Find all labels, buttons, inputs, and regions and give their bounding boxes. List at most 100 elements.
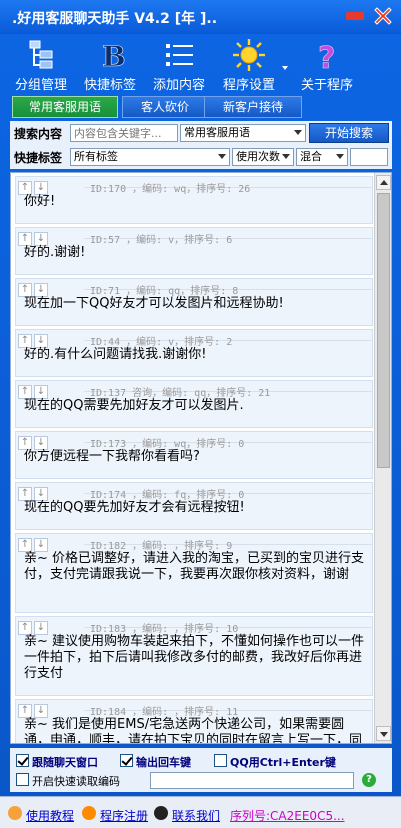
qq-penguin-icon <box>154 806 168 820</box>
chevron-down-icon <box>336 154 344 159</box>
follow-window-checkbox[interactable] <box>16 754 29 767</box>
reorder-buttons: ↑ ↓ <box>18 536 50 552</box>
toolbar-about[interactable]: ? 关于程序 <box>294 36 360 94</box>
qq-ctrl-enter-label: QQ用Ctrl+Enter键 <box>230 756 336 769</box>
list-item[interactable]: ↑ ↓ ID:173 ，编码: wq，排序号: 0 你方便远程一下我帮你看看吗? <box>15 431 373 479</box>
move-down-icon[interactable]: ↓ <box>34 621 48 635</box>
chevron-down-icon <box>294 130 302 135</box>
mode-select[interactable]: 混合 <box>296 148 348 166</box>
move-up-icon[interactable]: ↑ <box>18 436 32 450</box>
options-panel: 跟随聊天窗口 输出回车键 QQ用Ctrl+Enter键 开启快速读取编码 ? <box>10 748 392 792</box>
move-up-icon[interactable]: ↑ <box>18 181 32 195</box>
quick-read-label: 开启快速读取编码 <box>32 775 120 788</box>
move-up-icon[interactable]: ↑ <box>18 385 32 399</box>
list-item[interactable]: ↑ ↓ ID:57 ，编码: v，排序号: 6 好的.谢谢! <box>15 227 373 275</box>
item-text: 现在的QQ需要先加好友才可以发图片. <box>24 398 244 413</box>
sort-select[interactable]: 使用次数 <box>232 148 294 166</box>
move-up-icon[interactable]: ↑ <box>18 232 32 246</box>
scroll-down-icon[interactable] <box>376 726 391 741</box>
group-tree-icon <box>29 40 53 69</box>
vertical-scrollbar[interactable] <box>374 173 391 743</box>
toolbar-settings[interactable]: 程序设置 <box>216 36 288 94</box>
item-meta: ID:170 ，编码: wq，排序号: 26 <box>90 184 251 195</box>
tab-common-phrases[interactable]: 常用客服用语 <box>12 96 118 118</box>
scroll-thumb[interactable] <box>377 193 390 468</box>
list-item[interactable]: ↑ ↓ ID:137 咨询，编码: qq，排序号: 21 现在的QQ需要先加好友才可以… <box>15 380 373 428</box>
help-icon[interactable]: ? <box>362 773 376 787</box>
move-up-icon[interactable]: ↑ <box>18 487 32 501</box>
list-item[interactable]: ↑ ↓ ID:44 ，编码: v，排序号: 2 好的.有什么问题请找我.谢谢你! <box>15 329 373 377</box>
list-item[interactable]: ↑ ↓ ID:184 ，编码: ，排序号: 11 亲~ 我们是使用EMS/宅急送两个快… <box>15 699 373 744</box>
toolbar-add-content[interactable]: 添加内容 <box>148 36 210 94</box>
contact-link[interactable]: 联系我们 <box>172 807 220 824</box>
toolbar-label: 程序设置 <box>222 78 275 93</box>
list-icon <box>166 44 193 66</box>
move-down-icon[interactable]: ↓ <box>34 385 48 399</box>
chevron-down-icon <box>218 154 226 159</box>
toolbar: 分组管理 B 快捷标签 添加内容 程序设置 ? 关于程序 <box>0 36 401 94</box>
tag-filter-label: 快捷标签 <box>14 151 63 165</box>
toolbar-label: 分组管理 <box>14 78 67 93</box>
toolbar-quick-tags[interactable]: B 快捷标签 <box>80 36 140 94</box>
move-up-icon[interactable]: ↑ <box>18 283 32 297</box>
toolbar-group-manage[interactable]: 分组管理 <box>8 36 74 94</box>
window-title: .好用客服聊天助手 V4.2 [年 ].. <box>12 11 218 27</box>
move-down-icon[interactable]: ↓ <box>34 436 48 450</box>
move-down-icon[interactable]: ↓ <box>34 232 48 246</box>
quick-read-input[interactable] <box>150 772 354 789</box>
reorder-buttons: ↑ ↓ <box>18 434 50 450</box>
chevron-down-icon[interactable] <box>282 66 288 70</box>
move-up-icon[interactable]: ↑ <box>18 621 32 635</box>
qq-ctrl-enter-checkbox[interactable] <box>214 754 227 767</box>
move-down-icon[interactable]: ↓ <box>34 538 48 552</box>
output-enter-checkbox[interactable] <box>120 754 133 767</box>
search-input[interactable] <box>70 124 178 142</box>
move-down-icon[interactable]: ↓ <box>34 283 48 297</box>
tag-select[interactable]: 所有标签 <box>70 148 230 166</box>
move-up-icon[interactable]: ↑ <box>18 334 32 348</box>
list-item[interactable]: ↑ ↓ ID:174 ，编码: fq，排序号: 0 现在的QQ要先加好友才会有远程按钮… <box>15 482 373 530</box>
move-up-icon[interactable]: ↑ <box>18 704 32 718</box>
title-bar[interactable]: .好用客服聊天助手 V4.2 [年 ].. <box>0 0 401 34</box>
item-text: 亲~ 价格已调整好，请进入我的淘宝，已买到的宝贝进行支付，支付完请跟我说一下，我… <box>24 551 365 582</box>
move-down-icon[interactable]: ↓ <box>34 181 48 195</box>
close-icon[interactable] <box>372 5 394 27</box>
item-meta: ID:174 ，编码: fq，排序号: 0 <box>90 490 245 501</box>
filter-extra-input[interactable] <box>350 148 388 166</box>
status-bar: 使用教程 程序注册 联系我们 序列号:CA2EE0C5... <box>0 796 401 828</box>
start-search-button[interactable]: 开始搜索 <box>309 123 389 143</box>
svg-text:B: B <box>102 40 126 72</box>
tab-new-customer[interactable]: 新客户接待 <box>204 96 302 118</box>
app-window: .好用客服聊天助手 V4.2 [年 ].. 分组管理 B 快捷标签 添加内容 程… <box>0 0 401 828</box>
svg-text:?: ? <box>318 41 335 72</box>
move-down-icon[interactable]: ↓ <box>34 487 48 501</box>
chevron-down-icon <box>282 154 290 159</box>
item-meta: ID:44 ，编码: v，排序号: 2 <box>90 337 233 348</box>
serial-number[interactable]: 序列号:CA2EE0C5... <box>230 807 345 824</box>
list-item[interactable]: ↑ ↓ ID:182 ，编码: ，排序号: 9 亲~ 价格已调整好，请进入我的淘宝，已… <box>15 533 373 613</box>
list-item[interactable]: ↑ ↓ ID:170 ，编码: wq，排序号: 26 你好! <box>15 176 373 224</box>
list-item[interactable]: ↑ ↓ ID:183 ，编码: ，排序号: 10 亲~ 建议使用购物车装起来拍下，不懂… <box>15 616 373 696</box>
item-text: 亲~ 我们是使用EMS/宅急送两个快递公司，如果需要圆通，申通，顺丰，请在拍下宝… <box>24 717 363 744</box>
tutorial-link[interactable]: 使用教程 <box>26 807 74 824</box>
move-up-icon[interactable]: ↑ <box>18 538 32 552</box>
minimize-icon[interactable] <box>346 12 364 20</box>
move-down-icon[interactable]: ↓ <box>34 704 48 718</box>
search-label: 搜索内容 <box>14 127 63 141</box>
register-icon <box>82 806 96 820</box>
sun-settings-icon <box>233 39 265 71</box>
question-icon: ? <box>318 41 336 72</box>
list-item[interactable]: ↑ ↓ ID:71 ，编码: qq，排序号: 8 现在加一下QQ好友才可以发图片和远程… <box>15 278 373 326</box>
reorder-buttons: ↑ ↓ <box>18 281 50 297</box>
item-meta: ID:137 咨询，编码: qq，排序号: 21 <box>90 388 271 399</box>
toolbar-label: 添加内容 <box>152 78 205 93</box>
scroll-up-icon[interactable] <box>376 175 391 190</box>
quick-read-checkbox[interactable] <box>16 773 29 786</box>
output-enter-label: 输出回车键 <box>136 756 191 769</box>
category-select[interactable]: 常用客服用语 <box>180 124 306 142</box>
move-down-icon[interactable]: ↓ <box>34 334 48 348</box>
reorder-buttons: ↑ ↓ <box>18 619 50 635</box>
register-link[interactable]: 程序注册 <box>100 807 148 824</box>
item-meta: ID:71 ，编码: qq，排序号: 8 <box>90 286 239 297</box>
tab-bargain[interactable]: 客人砍价 <box>122 96 208 118</box>
